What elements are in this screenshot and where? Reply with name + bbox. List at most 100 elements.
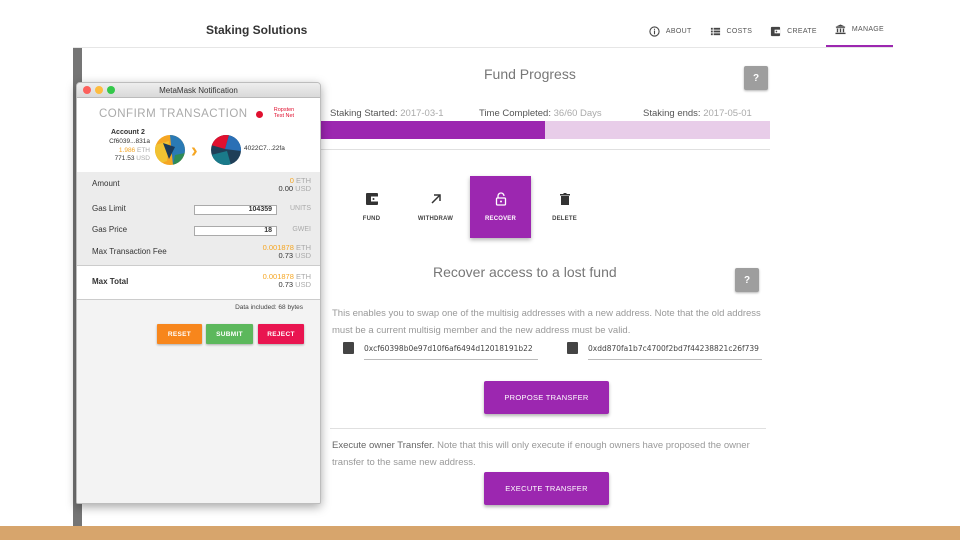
execute-description: Execute owner Transfer. Note that this w… bbox=[332, 437, 764, 471]
data-included-text: Data included: 68 bytes bbox=[235, 304, 303, 311]
reject-button[interactable]: REJECT bbox=[258, 324, 304, 344]
gas-limit-label: Gas Limit bbox=[92, 204, 126, 213]
arrow-right-icon: › bbox=[191, 140, 198, 162]
recover-title: Recover access to a lost fund bbox=[433, 264, 617, 280]
bank-icon bbox=[835, 24, 846, 35]
max-fee-value: 0.001878 ETH 0.73 USD bbox=[263, 244, 311, 260]
amount-value: 0 ETH 0.00 USD bbox=[278, 177, 311, 193]
brand-title: Staking Solutions bbox=[206, 23, 308, 37]
amount-label: Amount bbox=[92, 179, 120, 188]
max-fee-usd: 0.73 bbox=[278, 251, 294, 260]
recover-description: This enables you to swap one of the mult… bbox=[332, 308, 761, 336]
max-total-label: Max Total bbox=[92, 277, 129, 286]
max-total-row: Max Total 0.001878 ETH 0.73 USD bbox=[77, 265, 320, 300]
staking-ends: Staking ends: 2017-05-01 bbox=[643, 108, 752, 119]
max-fee-usd-unit: USD bbox=[295, 251, 311, 260]
nav-create[interactable]: CREATE bbox=[761, 14, 826, 48]
bottom-strip bbox=[0, 526, 960, 540]
action-withdraw[interactable]: WITHDRAW bbox=[405, 176, 466, 238]
from-usd-unit: USD bbox=[136, 155, 150, 162]
fund-progress-help-button[interactable]: ? bbox=[744, 66, 768, 90]
time-completed: Time Completed: 36/60 Days bbox=[479, 108, 602, 119]
arrow-up-right-icon bbox=[430, 194, 441, 204]
staking-started-label: Staking Started: bbox=[330, 108, 398, 119]
window-close-button[interactable] bbox=[83, 86, 91, 94]
list-icon bbox=[710, 27, 720, 35]
execute-lead: Execute owner Transfer. bbox=[332, 440, 435, 451]
to-account-avatar bbox=[211, 135, 241, 165]
to-account-address: 4022C7...22fa bbox=[244, 145, 285, 152]
old-address-input[interactable]: 0xcf60398b0e97d10f6af6494d12018191b22 bbox=[364, 338, 538, 360]
from-account-name: Account 2 bbox=[111, 129, 145, 136]
reset-button[interactable]: RESET bbox=[157, 324, 202, 344]
staking-started: Staking Started: 2017-03-1 bbox=[330, 108, 444, 119]
unlock-icon bbox=[495, 192, 506, 206]
top-navbar: Staking Solutions ABOUT COSTS CREATE MAN… bbox=[73, 14, 893, 48]
network-status-dot bbox=[256, 111, 263, 118]
network-label[interactable]: Ropsten Test Net bbox=[272, 107, 296, 119]
account-box-icon bbox=[343, 342, 354, 354]
nav-about[interactable]: ABOUT bbox=[640, 14, 701, 48]
info-icon bbox=[649, 25, 660, 37]
account-box-icon bbox=[567, 342, 578, 354]
old-address-value: 0xcf60398b0e97d10f6af6494d12018191b22 bbox=[364, 344, 533, 353]
divider bbox=[330, 428, 766, 429]
nav-manage-label: MANAGE bbox=[851, 26, 884, 33]
nav-costs-label: COSTS bbox=[726, 27, 753, 35]
screen: { "app": { "brand": "Staking Solutions",… bbox=[0, 0, 960, 540]
wallet-icon bbox=[771, 26, 781, 36]
from-account-usd: 771.53 USD bbox=[115, 155, 150, 162]
divider bbox=[320, 149, 770, 150]
gas-price-unit: GWEI bbox=[292, 226, 311, 233]
from-eth-value: 1.986 bbox=[118, 147, 136, 154]
max-total-value: 0.001878 ETH 0.73 USD bbox=[263, 273, 311, 289]
action-fund[interactable]: FUND bbox=[341, 176, 402, 238]
submit-button[interactable]: SUBMIT bbox=[206, 324, 253, 344]
metamask-notification-window: MetaMask Notification CONFIRM TRANSACTIO… bbox=[76, 82, 321, 504]
staking-ends-label: Staking ends: bbox=[643, 108, 701, 119]
nav-costs[interactable]: COSTS bbox=[701, 14, 762, 48]
time-completed-label: Time Completed: bbox=[479, 108, 551, 119]
amount-usd-unit: USD bbox=[295, 184, 311, 193]
from-account-eth: 1.986 ETH bbox=[119, 147, 150, 154]
action-delete[interactable]: DELETE bbox=[534, 176, 595, 238]
trash-icon bbox=[559, 193, 570, 205]
action-recover-label: RECOVER bbox=[484, 216, 517, 222]
metamask-title-bar: MetaMask Notification bbox=[77, 83, 320, 98]
time-completed-value: 36/60 Days bbox=[553, 108, 602, 119]
action-withdraw-label: WITHDRAW bbox=[417, 216, 454, 222]
execute-transfer-button[interactable]: EXECUTE TRANSFER bbox=[484, 472, 609, 505]
window-minimize-button[interactable] bbox=[95, 86, 103, 94]
from-eth-unit: ETH bbox=[137, 147, 150, 154]
window-maximize-button[interactable] bbox=[107, 86, 115, 94]
from-account-avatar bbox=[155, 135, 185, 165]
recover-help-button[interactable]: ? bbox=[735, 268, 759, 292]
max-fee-label: Max Transaction Fee bbox=[92, 247, 167, 256]
confirm-transaction-heading: CONFIRM TRANSACTION bbox=[99, 108, 248, 120]
staking-started-value: 2017-03-1 bbox=[400, 108, 444, 119]
action-delete-label: DELETE bbox=[552, 216, 577, 222]
fund-progress-title: Fund Progress bbox=[484, 66, 576, 82]
gas-price-input[interactable]: 18 bbox=[194, 226, 277, 236]
fund-progress-fill bbox=[320, 121, 545, 139]
new-address-input[interactable]: 0xdd870fa1b7c4700f2bd7f44238821c26f739 bbox=[588, 338, 762, 360]
fund-progress-bar bbox=[320, 121, 770, 139]
action-fund-label: FUND bbox=[362, 216, 381, 222]
amount-usd: 0.00 bbox=[278, 184, 294, 193]
staking-ends-value: 2017-05-01 bbox=[703, 108, 752, 119]
max-total-usd: 0.73 bbox=[278, 280, 294, 289]
wallet-icon bbox=[365, 193, 378, 205]
propose-transfer-button[interactable]: PROPOSE TRANSFER bbox=[484, 381, 609, 414]
gas-limit-input[interactable]: 104359 bbox=[194, 205, 277, 215]
nav-create-label: CREATE bbox=[787, 27, 817, 35]
action-recover[interactable]: RECOVER bbox=[470, 176, 531, 238]
main-nav: ABOUT COSTS CREATE MANAGE bbox=[640, 14, 893, 48]
metamask-window-title: MetaMask Notification bbox=[159, 86, 238, 95]
nav-manage[interactable]: MANAGE bbox=[825, 14, 893, 47]
from-usd-value: 771.53 bbox=[114, 155, 135, 162]
from-account-address: Cf6039...831a bbox=[109, 138, 150, 145]
max-total-usd-unit: USD bbox=[295, 280, 311, 289]
new-address-value: 0xdd870fa1b7c4700f2bd7f44238821c26f739 bbox=[588, 344, 759, 353]
nav-about-label: ABOUT bbox=[665, 27, 692, 35]
gas-limit-unit: UNITS bbox=[290, 205, 311, 212]
